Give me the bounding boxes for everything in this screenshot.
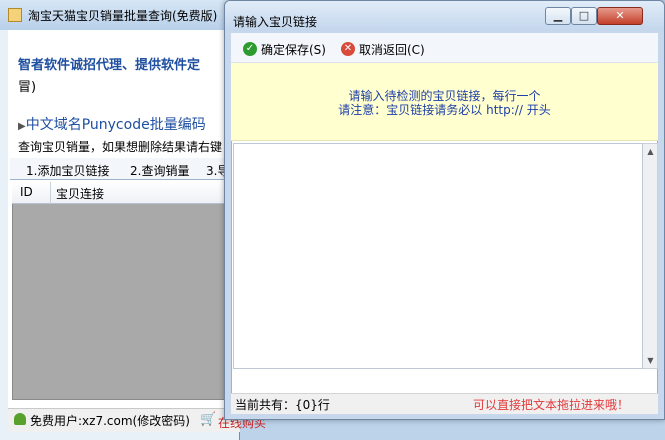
promo-text-2: 冒): [18, 80, 37, 95]
close-button[interactable]: ✕: [597, 7, 643, 25]
close-icon: ✕: [615, 9, 625, 22]
minimize-icon: ▁: [553, 9, 563, 22]
arrow-right-icon: ▶: [18, 121, 26, 132]
promo-text: 智者软件诚招代理、提供软件定: [18, 58, 201, 73]
drag-hint: 可以直接把文本拖拉进来哦！: [473, 398, 630, 412]
scroll-down-icon[interactable]: ▼: [643, 353, 658, 368]
maximize-icon: □: [578, 9, 590, 22]
app-icon: [8, 8, 22, 22]
tab-query-sales[interactable]: 2.查询销量: [130, 162, 189, 179]
cancel-return-button[interactable]: ✕ 取消返回(C): [341, 39, 425, 59]
user-status-link[interactable]: 免费用户:xz7.com(修改密码): [30, 412, 190, 429]
line-count: 当前共有：{0}行: [235, 398, 330, 412]
maximize-button[interactable]: □: [571, 7, 597, 25]
grid-header: [12, 182, 240, 204]
cancel-icon: ✕: [341, 42, 355, 56]
cancel-return-label: 取消返回(C): [359, 42, 425, 57]
main-window-title: 淘宝天猫宝贝销量批量查询(免费版): [28, 9, 218, 23]
hint-text: 查询宝贝销量，如果想删除结果请右键: [18, 140, 223, 154]
minimize-button[interactable]: ▁: [545, 7, 571, 25]
punycode-link-label: 中文域名Punycode批量编码: [25, 117, 206, 133]
scroll-up-icon[interactable]: ▲: [643, 144, 658, 159]
links-textarea[interactable]: [233, 143, 643, 369]
confirm-save-label: 确定保存(S): [261, 42, 326, 57]
punycode-link[interactable]: ▶中文域名Punycode批量编码: [18, 114, 206, 134]
notice-line-2: 请注意：宝贝链接请务必以 http:// 开头: [338, 103, 551, 117]
dialog-title: 请输入宝贝链接: [233, 15, 318, 29]
textarea-scrollbar[interactable]: [643, 143, 658, 369]
cart-icon: 🛒: [200, 412, 217, 427]
check-icon: ✓: [243, 42, 257, 56]
grid-col-link[interactable]: 宝贝连接: [56, 185, 104, 202]
input-links-dialog: 请输入宝贝链接 ▁ □ ✕ ✓ 确定保存(S) ✕ 取消返回(C) 请输入待检测…: [224, 0, 665, 420]
grid-col-separator: [50, 182, 51, 204]
tab-add-links[interactable]: 1.添加宝贝链接: [26, 162, 109, 179]
confirm-save-button[interactable]: ✓ 确定保存(S): [243, 39, 326, 59]
grid-col-id[interactable]: ID: [20, 185, 33, 199]
links-grid[interactable]: [12, 182, 240, 400]
user-icon: [14, 413, 26, 425]
